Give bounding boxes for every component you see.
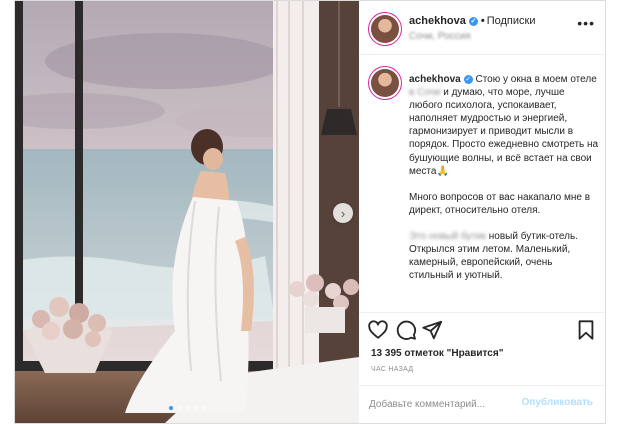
bookmark-icon[interactable] — [575, 319, 597, 341]
caption-line-1: Стою у окна в моем отеле — [475, 74, 597, 85]
post-photo[interactable]: › — [15, 1, 359, 423]
carousel-dot — [185, 406, 189, 410]
redacted-mention[interactable]: в Сочи — [409, 87, 440, 98]
more-horizontal-icon: ••• — [577, 15, 595, 31]
verified-badge-icon: ✓ — [468, 17, 478, 26]
likes-count[interactable]: 13 395 отметок "Нравится" — [371, 348, 503, 359]
carousel-dot — [193, 406, 197, 410]
caption-text: achekhova ✓ Стою у окна в моем отеле в Со… — [409, 73, 599, 295]
location-link[interactable]: Сочи, Россия — [409, 31, 471, 42]
more-options-button[interactable]: ••• — [577, 15, 595, 31]
post-header: achekhova ✓ • Подписки Сочи, Россия ••• — [359, 1, 605, 55]
comment-input[interactable] — [369, 396, 519, 412]
chevron-right-icon: › — [340, 205, 346, 221]
header-username-row: achekhova ✓ • Подписки — [409, 15, 536, 27]
username-link[interactable]: achekhova — [409, 15, 466, 27]
avatar[interactable] — [371, 15, 399, 43]
post-side-panel: achekhova ✓ • Подписки Сочи, Россия ••• ach… — [359, 1, 605, 423]
action-bar — [359, 315, 605, 345]
heart-icon[interactable] — [367, 319, 389, 341]
carousel-dot — [201, 406, 205, 410]
verified-badge-icon: ✓ — [463, 75, 473, 84]
post-timestamp[interactable]: ЧАС НАЗАД — [371, 366, 413, 373]
caption-body-2: Много вопросов от вас накапало мне в дир… — [409, 191, 591, 216]
publish-button[interactable]: Опубликовать — [522, 397, 593, 408]
caption-avatar[interactable] — [371, 69, 399, 97]
comment-bar: Опубликовать — [359, 385, 605, 423]
carousel-dot — [177, 406, 181, 410]
caption-section: achekhova ✓ Стою у окна в моем отеле в Со… — [359, 55, 605, 313]
comment-icon[interactable] — [395, 319, 417, 341]
carousel-dots — [15, 406, 359, 410]
instagram-post: › achekhova ✓ • Подписки Сочи, Россия ••• — [14, 0, 606, 424]
paper-plane-icon[interactable] — [421, 319, 443, 341]
caption-username[interactable]: achekhova — [409, 74, 461, 85]
caption-body-1: и думаю, что море, лучше любого психолог… — [409, 87, 599, 177]
carousel-dot — [169, 406, 173, 410]
header-separator: • — [480, 15, 485, 27]
photo-illustration — [15, 1, 359, 423]
redacted-hotel-name[interactable]: Это новый бутик — [409, 231, 486, 242]
next-image-button[interactable]: › — [333, 203, 353, 223]
following-button[interactable]: Подписки — [487, 15, 536, 27]
